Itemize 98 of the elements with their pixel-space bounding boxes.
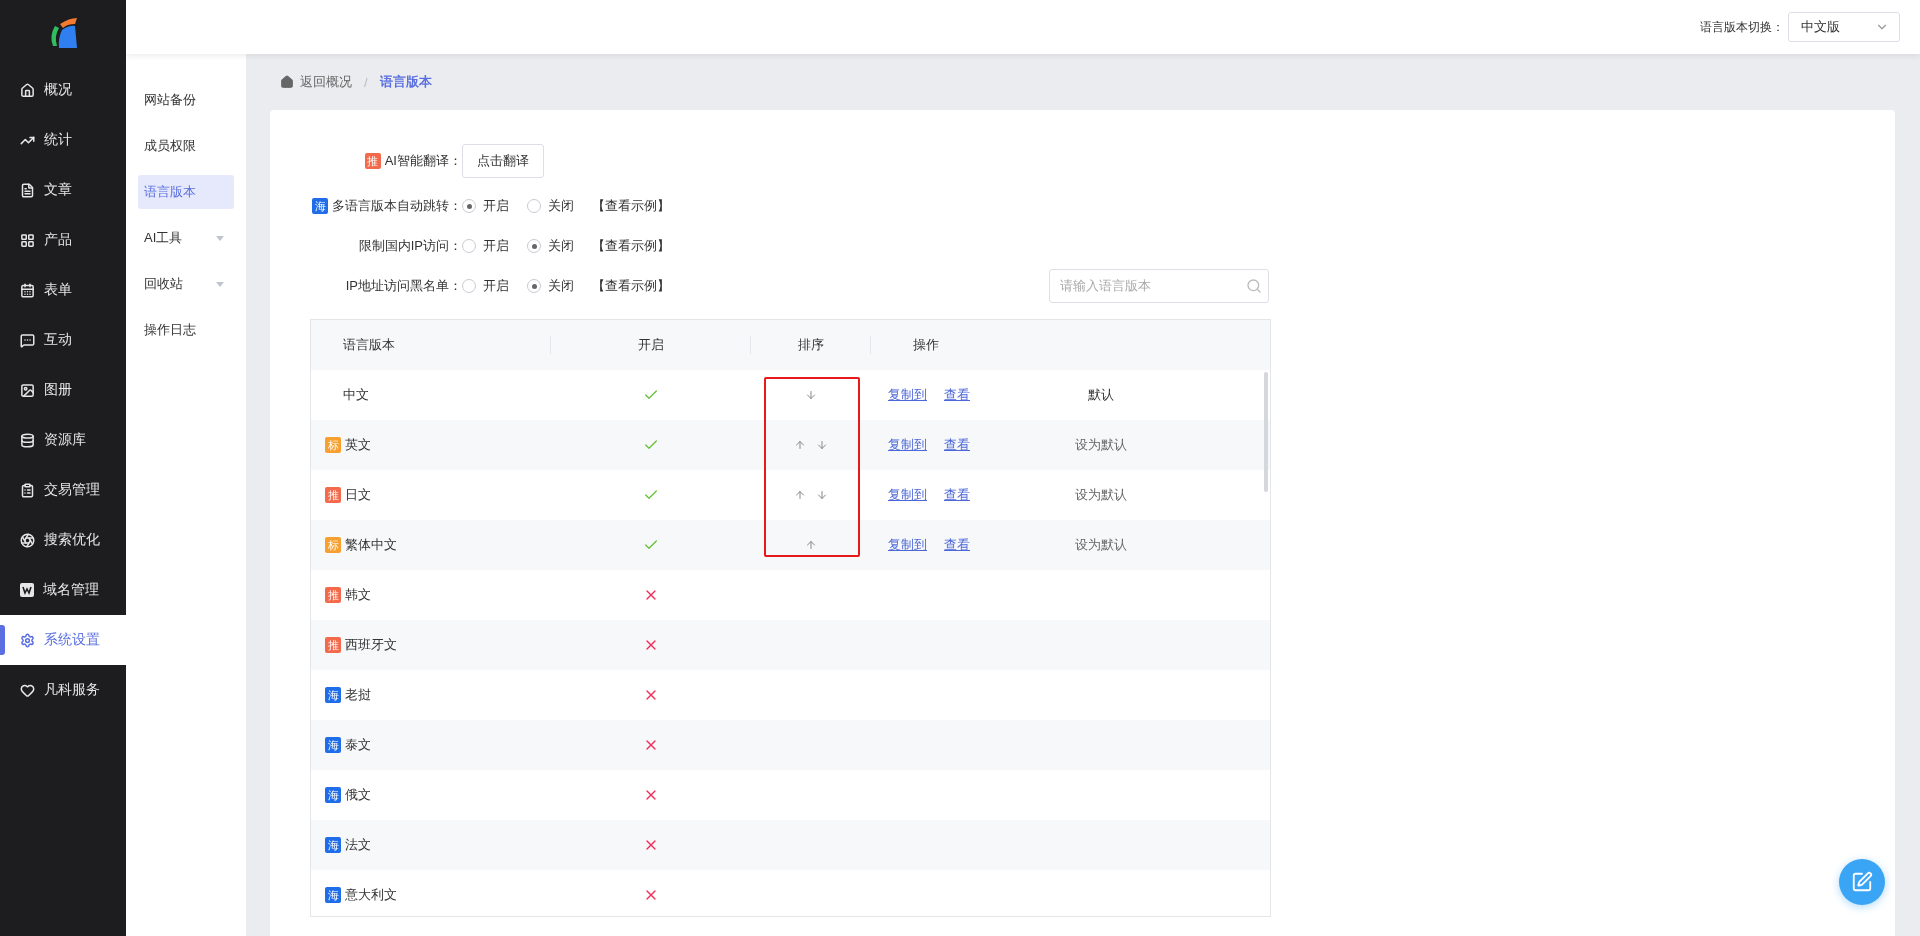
set-default-link[interactable]: 设为默认 bbox=[1074, 536, 1127, 554]
action-link[interactable]: 查看 bbox=[944, 436, 970, 454]
nav-item[interactable]: 凡科服务 bbox=[0, 665, 126, 715]
language-name: 俄文 bbox=[345, 786, 371, 804]
language-name: 法文 bbox=[345, 836, 371, 854]
language-name: 意大利文 bbox=[345, 886, 397, 904]
move-down-icon[interactable] bbox=[816, 489, 828, 501]
radio-option[interactable]: 关闭 bbox=[527, 197, 574, 215]
nav-item[interactable]: 表单 bbox=[0, 265, 126, 315]
default-label: 默认 bbox=[1087, 386, 1114, 404]
action-link[interactable]: 查看 bbox=[944, 386, 970, 404]
tag-badge: 推 bbox=[325, 587, 341, 603]
aperture-icon bbox=[20, 532, 35, 548]
language-name: 老挝 bbox=[345, 686, 371, 704]
tag-badge: 推 bbox=[364, 153, 381, 169]
tag-badge: 推 bbox=[325, 487, 341, 503]
setting-label: 多语言版本自动跳转： bbox=[332, 197, 462, 215]
nav-item[interactable]: 概况 bbox=[0, 65, 126, 115]
move-down-icon[interactable] bbox=[816, 439, 828, 451]
tag-badge: 海 bbox=[312, 198, 328, 214]
action-link[interactable]: 查看 bbox=[944, 536, 970, 554]
move-up-icon[interactable] bbox=[794, 489, 806, 501]
radio-option[interactable]: 开启 bbox=[462, 197, 509, 215]
set-default-link[interactable]: 设为默认 bbox=[1074, 486, 1127, 504]
submenu-item[interactable]: 成员权限 bbox=[138, 129, 234, 163]
setting-label: AI智能翻译： bbox=[384, 152, 462, 170]
language-name: 西班牙文 bbox=[345, 636, 397, 654]
active-indicator bbox=[0, 625, 5, 655]
radio-option[interactable]: 开启 bbox=[462, 277, 509, 295]
nav-item[interactable]: 图册 bbox=[0, 365, 126, 415]
column-header: 语言版本 bbox=[343, 336, 395, 354]
language-name: 韩文 bbox=[345, 586, 371, 604]
tag-badge: 海 bbox=[325, 787, 341, 803]
nav-item[interactable]: 文章 bbox=[0, 165, 126, 215]
move-down-icon[interactable] bbox=[805, 389, 817, 401]
move-up-icon[interactable] bbox=[805, 539, 817, 551]
nav-item[interactable]: 搜索优化 bbox=[0, 515, 126, 565]
nav-item[interactable]: 互动 bbox=[0, 315, 126, 365]
tag-badge: 标 bbox=[325, 537, 341, 553]
settings-icon bbox=[20, 632, 35, 648]
search-icon bbox=[1246, 278, 1262, 294]
tag-badge: 推 bbox=[325, 637, 341, 653]
nav-item[interactable]: 资源库 bbox=[0, 415, 126, 465]
radio-option[interactable]: 关闭 bbox=[527, 237, 574, 255]
action-link[interactable]: 复制到 bbox=[888, 536, 927, 554]
tag-badge: 海 bbox=[325, 837, 341, 853]
setting-label: 限制国内IP访问： bbox=[358, 237, 462, 255]
tile-icon bbox=[20, 583, 34, 597]
submenu-item[interactable]: 操作日志 bbox=[138, 313, 234, 347]
grid-icon bbox=[20, 232, 35, 248]
back-link[interactable]: 返回概况 bbox=[300, 73, 352, 91]
radio-option[interactable]: 开启 bbox=[462, 237, 509, 255]
example-link[interactable]: 【查看示例】 bbox=[592, 197, 670, 215]
nav-item[interactable]: 统计 bbox=[0, 115, 126, 165]
nav-item[interactable]: 域名管理 bbox=[0, 565, 126, 615]
home-icon bbox=[280, 75, 294, 89]
home-icon bbox=[20, 82, 35, 98]
breadcrumb-separator: / bbox=[364, 74, 368, 90]
submenu-item[interactable]: AI工具 bbox=[138, 221, 234, 255]
tag-badge: 标 bbox=[325, 437, 341, 453]
submenu-item[interactable]: 语言版本 bbox=[138, 175, 234, 209]
setting-label: IP地址访问黑名单： bbox=[345, 277, 462, 295]
language-name: 繁体中文 bbox=[345, 536, 397, 554]
nav-item[interactable]: 产品 bbox=[0, 215, 126, 265]
column-header: 操作 bbox=[913, 336, 939, 354]
language-select[interactable]: 中文版 bbox=[1788, 12, 1900, 42]
action-link[interactable]: 查看 bbox=[944, 486, 970, 504]
calendar-icon bbox=[20, 282, 35, 298]
document-icon bbox=[20, 182, 35, 198]
move-up-icon[interactable] bbox=[794, 439, 806, 451]
tag-badge: 海 bbox=[325, 737, 341, 753]
submenu-item[interactable]: 回收站 bbox=[138, 267, 234, 301]
language-name: 英文 bbox=[345, 436, 371, 454]
heart-icon bbox=[20, 682, 35, 698]
column-header: 排序 bbox=[797, 336, 824, 354]
database-icon bbox=[20, 432, 35, 448]
example-link[interactable]: 【查看示例】 bbox=[592, 237, 670, 255]
language-name: 中文 bbox=[343, 386, 369, 404]
language-name: 泰文 bbox=[345, 736, 371, 754]
language-switch-label: 语言版本切换： bbox=[1700, 18, 1784, 36]
breadcrumb-current: 语言版本 bbox=[379, 73, 432, 91]
submenu-item[interactable]: 网站备份 bbox=[138, 83, 234, 117]
action-link[interactable]: 复制到 bbox=[888, 386, 927, 404]
example-link[interactable]: 【查看示例】 bbox=[592, 277, 670, 295]
radio-option[interactable]: 关闭 bbox=[527, 277, 574, 295]
language-name: 日文 bbox=[345, 486, 371, 504]
translate-button[interactable]: 点击翻译 bbox=[462, 144, 544, 178]
edit-icon bbox=[1851, 871, 1873, 893]
tag-badge: 海 bbox=[325, 687, 341, 703]
action-link[interactable]: 复制到 bbox=[888, 486, 927, 504]
nav-item[interactable]: 交易管理 bbox=[0, 465, 126, 515]
action-link[interactable]: 复制到 bbox=[888, 436, 927, 454]
column-header: 开启 bbox=[637, 336, 664, 354]
clipboard-icon bbox=[20, 482, 35, 498]
set-default-link[interactable]: 设为默认 bbox=[1074, 436, 1127, 454]
image-icon bbox=[20, 382, 35, 398]
tag-badge: 海 bbox=[325, 887, 341, 903]
chat-icon bbox=[20, 332, 35, 348]
